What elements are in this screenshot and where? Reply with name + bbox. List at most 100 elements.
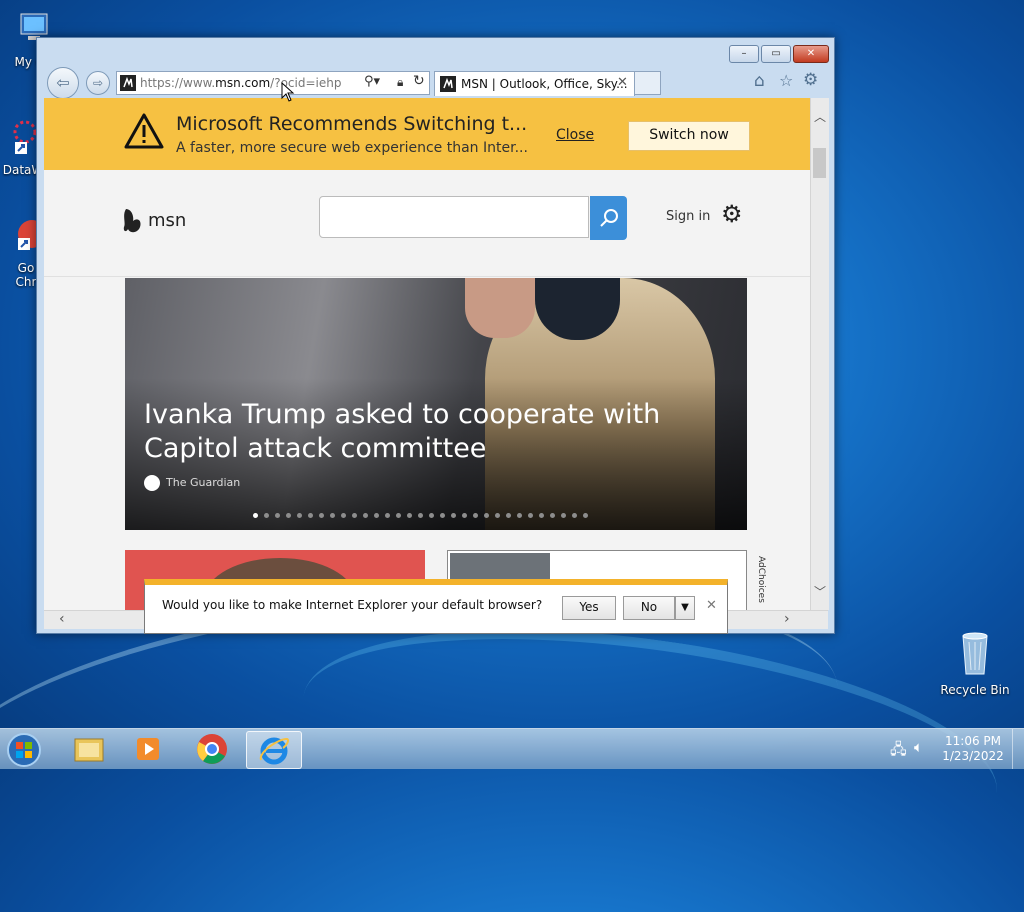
banner-subtitle: A faster, more secure web experience tha… — [176, 140, 528, 156]
hero-card[interactable]: Ivanka Trump asked to cooperate with Cap… — [125, 278, 747, 530]
tab-title: MSN | Outlook, Office, Sky... — [461, 77, 628, 91]
carousel-dot[interactable] — [297, 513, 302, 518]
msn-search-button[interactable] — [590, 196, 627, 240]
carousel-dot[interactable] — [429, 513, 434, 518]
carousel-dot[interactable] — [363, 513, 368, 518]
carousel-dot[interactable] — [473, 513, 478, 518]
ad-choices-label[interactable]: AdChoices — [752, 556, 766, 603]
internet-explorer-icon — [259, 737, 290, 765]
scroll-right-icon[interactable]: › — [784, 611, 790, 627]
tab-close-icon[interactable]: ✕ — [617, 75, 628, 90]
refresh-icon[interactable]: ↻ — [413, 73, 425, 89]
volume-icon[interactable]: 🔈︎ — [914, 738, 923, 756]
carousel-dot[interactable] — [407, 513, 412, 518]
forward-button[interactable]: ⇨ — [86, 71, 110, 95]
carousel-dot[interactable] — [352, 513, 357, 518]
back-button[interactable]: ⇦ — [47, 67, 79, 99]
close-window-button[interactable]: ✕ — [793, 45, 829, 63]
desktop-icon-recycle-bin[interactable]: Recycle Bin — [940, 630, 1010, 697]
url-domain: msn.com — [215, 76, 271, 90]
taskbar-internet-explorer[interactable] — [246, 731, 302, 769]
internet-explorer-window[interactable]: – ▭ ✕ ⇦ ⇨ https://www.msn.com/?ocid=iehp… — [36, 37, 835, 634]
carousel-dot[interactable] — [495, 513, 500, 518]
clock-date: 1/23/2022 — [942, 749, 1004, 763]
no-button[interactable]: No — [623, 596, 675, 620]
carousel-dot[interactable] — [385, 513, 390, 518]
carousel-dot[interactable] — [451, 513, 456, 518]
carousel-dot[interactable] — [550, 513, 555, 518]
notification-close-icon[interactable]: ✕ — [706, 598, 717, 613]
ad-card-photo — [450, 553, 550, 581]
scroll-left-icon[interactable]: ‹ — [59, 611, 65, 627]
arrow-left-icon: ⇦ — [56, 73, 70, 92]
taskbar-media-player[interactable] — [122, 731, 176, 767]
vertical-scrollbar[interactable]: ︿ ﹀ — [810, 98, 829, 610]
carousel-dot[interactable] — [253, 513, 258, 518]
recycle-bin-icon — [962, 632, 988, 675]
lock-icon[interactable]: 🔒︎ — [397, 75, 403, 90]
taskbar-chrome[interactable] — [185, 731, 239, 767]
settings-gear-icon[interactable]: ⚙ — [721, 200, 743, 228]
carousel-dot[interactable] — [308, 513, 313, 518]
msn-favicon-icon — [120, 75, 136, 91]
notification-message: Would you like to make Internet Explorer… — [162, 598, 543, 612]
carousel-dot[interactable] — [275, 513, 280, 518]
sign-in-link[interactable]: Sign in — [666, 209, 710, 224]
url-text[interactable]: https://www.msn.com/?ocid=iehp — [140, 76, 341, 90]
carousel-dot[interactable] — [517, 513, 522, 518]
carousel-dot[interactable] — [341, 513, 346, 518]
hero-photo-hand — [465, 278, 535, 338]
star-icon[interactable]: ☆ — [779, 71, 793, 90]
msn-butterfly-icon[interactable] — [122, 207, 144, 235]
start-button[interactable] — [0, 731, 50, 767]
carousel-dot[interactable] — [572, 513, 577, 518]
msn-search-input[interactable] — [319, 196, 589, 238]
carousel-dot[interactable] — [583, 513, 588, 518]
carousel-dots[interactable] — [253, 507, 594, 521]
carousel-dot[interactable] — [396, 513, 401, 518]
vertical-scroll-thumb[interactable] — [813, 148, 826, 178]
hero-headline[interactable]: Ivanka Trump asked to cooperate with Cap… — [144, 398, 734, 466]
system-clock[interactable]: 11:06 PM 1/23/2022 — [942, 734, 1004, 764]
address-bar[interactable]: https://www.msn.com/?ocid=iehp ⚲▾ 🔒︎ ↻ — [116, 71, 430, 95]
carousel-dot[interactable] — [374, 513, 379, 518]
taskbar: 🖧 🔈︎ 11:06 PM 1/23/2022 — [0, 728, 1024, 769]
taskbar-file-explorer[interactable] — [62, 731, 116, 767]
minimize-button[interactable]: – — [729, 45, 759, 63]
guardian-logo-icon — [144, 475, 160, 491]
carousel-dot[interactable] — [319, 513, 324, 518]
restore-button[interactable]: ▭ — [761, 45, 791, 63]
default-browser-notification: Would you like to make Internet Explorer… — [144, 579, 728, 634]
scroll-up-icon[interactable]: ︿ — [814, 108, 826, 125]
desktop-icon-label: Recycle Bin — [940, 683, 1010, 697]
carousel-dot[interactable] — [484, 513, 489, 518]
carousel-dot[interactable] — [506, 513, 511, 518]
page-viewport[interactable]: Microsoft Recommends Switching t... A fa… — [44, 98, 810, 610]
carousel-dot[interactable] — [561, 513, 566, 518]
carousel-dot[interactable] — [462, 513, 467, 518]
carousel-dot[interactable] — [440, 513, 445, 518]
network-icon[interactable]: 🖧 — [890, 739, 907, 764]
show-desktop-button[interactable] — [1012, 729, 1024, 769]
home-icon[interactable]: ⌂ — [754, 71, 765, 91]
gear-icon[interactable]: ⚙ — [803, 70, 818, 90]
search-dropdown-icon[interactable]: ⚲▾ — [364, 74, 380, 89]
tab-msn[interactable]: MSN | Outlook, Office, Sky... ✕ — [434, 71, 635, 96]
carousel-dot[interactable] — [418, 513, 423, 518]
media-player-icon — [137, 738, 159, 760]
new-tab-button[interactable] — [634, 71, 661, 95]
carousel-dot[interactable] — [539, 513, 544, 518]
carousel-dot[interactable] — [528, 513, 533, 518]
carousel-dot[interactable] — [264, 513, 269, 518]
no-dropdown-button[interactable]: ▼ — [675, 596, 695, 620]
scroll-down-icon[interactable]: ﹀ — [814, 583, 826, 600]
url-prefix: https://www. — [140, 76, 216, 90]
banner-close-link[interactable]: Close — [556, 127, 594, 143]
yes-button[interactable]: Yes — [562, 596, 616, 620]
warning-icon — [124, 113, 164, 149]
msn-logo-text[interactable]: msn — [148, 210, 186, 231]
carousel-dot[interactable] — [286, 513, 291, 518]
switch-now-button[interactable]: Switch now — [628, 121, 750, 151]
search-icon — [600, 209, 618, 227]
carousel-dot[interactable] — [330, 513, 335, 518]
